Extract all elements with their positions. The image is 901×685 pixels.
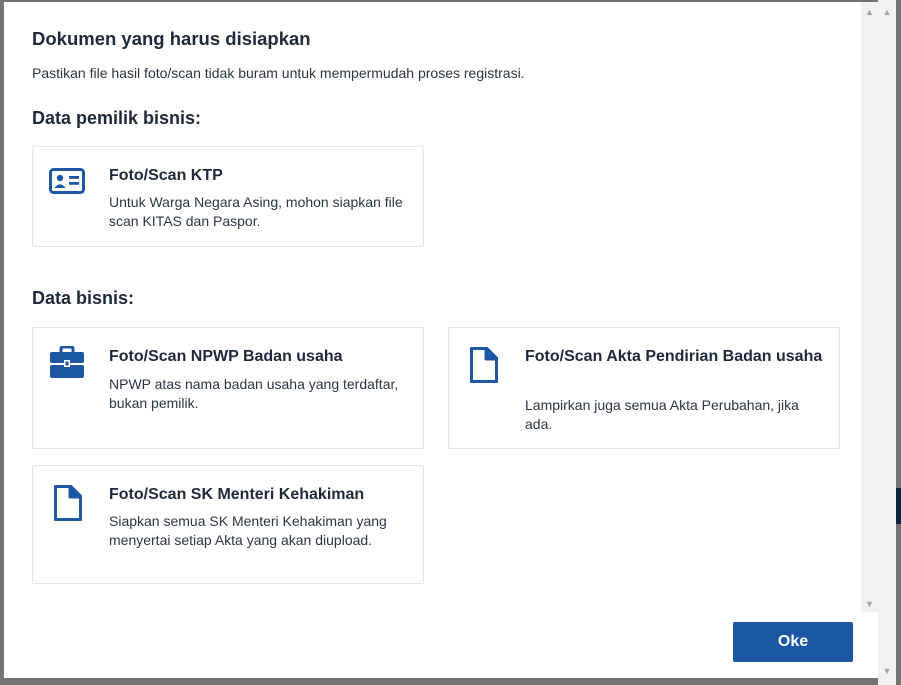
scroll-down-icon[interactable]: ▼	[861, 598, 878, 610]
document-requirements-dialog: Dokumen yang harus disiapkan Pastikan fi…	[4, 2, 878, 678]
akta-title: Foto/Scan Akta Pendirian Badan usaha	[525, 348, 823, 365]
npwp-description: NPWP atas nama badan usaha yang terdafta…	[109, 376, 399, 411]
ktp-card: Foto/Scan KTP Untuk Warga Negara Asing, …	[32, 146, 424, 247]
scroll-up-icon[interactable]: ▲	[878, 6, 896, 18]
sk-card: Foto/Scan SK Menteri Kehakiman Siapkan s…	[32, 465, 424, 584]
owner-section-heading: Data pemilik bisnis:	[32, 108, 202, 128]
sk-title: Foto/Scan SK Menteri Kehakiman	[109, 486, 365, 503]
npwp-card: Foto/Scan NPWP Badan usaha NPWP atas nam…	[32, 327, 424, 449]
document-icon	[469, 346, 499, 389]
dialog-scrollbar[interactable]: ▲ ▼	[861, 2, 878, 612]
ktp-description: Untuk Warga Negara Asing, mohon siapkan …	[109, 194, 403, 229]
scroll-up-icon[interactable]: ▲	[861, 6, 878, 18]
akta-card: Foto/Scan Akta Pendirian Badan usaha Lam…	[448, 327, 840, 449]
id-card-icon	[49, 165, 87, 200]
business-section-heading: Data bisnis:	[32, 288, 135, 308]
document-icon	[53, 484, 83, 527]
akta-description: Lampirkan juga semua Akta Perubahan, jik…	[525, 397, 799, 432]
dialog-title: Dokumen yang harus disiapkan	[32, 28, 311, 49]
sk-description: Siapkan semua SK Menteri Kehakiman yang …	[109, 513, 387, 548]
briefcase-icon	[49, 345, 87, 385]
ktp-title: Foto/Scan KTP	[109, 167, 223, 184]
npwp-title: Foto/Scan NPWP Badan usaha	[109, 348, 343, 365]
scroll-down-icon[interactable]: ▼	[878, 665, 896, 677]
ok-button[interactable]: Oke	[733, 622, 853, 662]
dialog-subtitle: Pastikan file hasil foto/scan tidak bura…	[32, 65, 525, 81]
dialog-content: Dokumen yang harus disiapkan Pastikan fi…	[8, 4, 865, 614]
page-scrollbar[interactable]: ▲ ▼	[878, 0, 896, 685]
